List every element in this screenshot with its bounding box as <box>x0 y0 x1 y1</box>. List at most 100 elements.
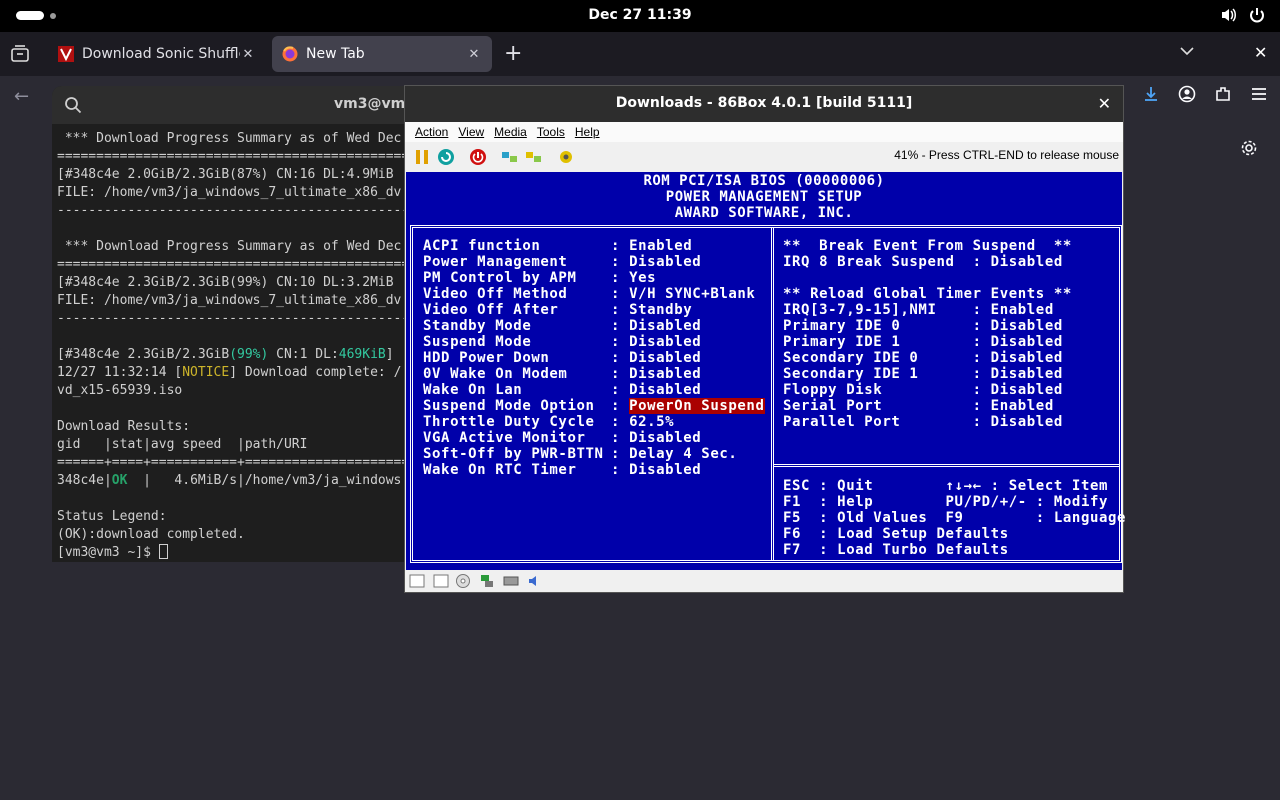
search-icon[interactable] <box>64 96 82 114</box>
bios-setting-video-off-method[interactable]: Video Off Method <box>423 286 567 302</box>
setting-value[interactable]: : Disabled <box>611 318 701 334</box>
activities-indicator[interactable] <box>16 11 56 20</box>
ctrl-alt-esc-icon[interactable] <box>525 148 543 166</box>
sound-icon[interactable] <box>527 573 543 589</box>
bios-setting-soft-off[interactable]: Soft-Off by PWR-BTTN <box>423 446 604 462</box>
bios-setting-throttle-duty-cycle[interactable]: Throttle Duty Cycle <box>423 414 595 430</box>
close-tab-icon[interactable]: ✕ <box>466 47 482 62</box>
bios-setting-irq-nmi[interactable]: IRQ[3-7,9-15],NMI : Enabled <box>783 302 1054 318</box>
pause-icon[interactable] <box>413 148 431 166</box>
setting-value[interactable]: : Disabled <box>611 430 701 446</box>
terminal-output[interactable]: *** Download Progress Summary as of Wed … <box>57 130 417 562</box>
bios-setting-video-off-after[interactable]: Video Off After <box>423 302 558 318</box>
bios-setting-serial-port[interactable]: Serial Port : Enabled <box>783 398 1054 414</box>
window-titlebar[interactable]: Downloads - 86Box 4.0.1 [build 5111] ✕ <box>405 86 1123 122</box>
setting-value[interactable]: : Enabled <box>611 238 692 254</box>
setting-value[interactable]: : Disabled <box>611 334 701 350</box>
setting-value[interactable]: : 62.5% <box>611 414 674 430</box>
bios-setting-wake-on-modem[interactable]: 0V Wake On Modem <box>423 366 567 382</box>
shell-prompt: [vm3@vm3 ~]$ <box>57 545 159 560</box>
reset-icon[interactable] <box>437 148 455 166</box>
tab-new-tab[interactable]: New Tab ✕ <box>272 36 492 72</box>
bios-setting-power-management[interactable]: Power Management <box>423 254 567 270</box>
tab-label: New Tab <box>306 46 365 62</box>
setting-value-text: Disabled <box>629 366 702 382</box>
output-line: *** Download Progress Summary as of Wed … <box>57 239 402 254</box>
downloads-icon[interactable] <box>1142 85 1160 103</box>
power-off-icon[interactable] <box>469 148 487 166</box>
list-all-tabs-icon[interactable] <box>1180 46 1194 56</box>
back-arrow-icon[interactable]: ← <box>14 86 29 107</box>
bios-setting-standby-mode[interactable]: Standby Mode <box>423 318 531 334</box>
bios-setting-suspend-mode-option[interactable]: Suspend Mode Option <box>423 398 595 414</box>
bios-setting-pm-control[interactable]: PM Control by APM <box>423 270 577 286</box>
extensions-icon[interactable] <box>1214 85 1232 103</box>
close-tab-icon[interactable]: ✕ <box>240 47 256 62</box>
bios-setting-secondary-ide-1[interactable]: Secondary IDE 1 : Disabled <box>783 366 1063 382</box>
notice-tag: NOTICE <box>182 365 230 380</box>
bios-setup-panel: ACPI function : Enabled Power Management… <box>410 225 1125 563</box>
mouse-capture-status: 41% - Press CTRL-END to release mouse <box>894 148 1119 162</box>
menu-help[interactable]: Help <box>575 125 600 139</box>
output-line: ----------------------------------------… <box>57 311 418 326</box>
setting-value[interactable]: : Disabled <box>611 366 701 382</box>
clock[interactable]: Dec 27 11:39 <box>0 7 1280 23</box>
menu-action[interactable]: Action <box>415 125 448 139</box>
bios-setting-hdd-power-down[interactable]: HDD Power Down <box>423 350 549 366</box>
bios-setting-acpi[interactable]: ACPI function <box>423 238 540 254</box>
output-line: [#348c4e 2.3GiB/2.3GiB <box>57 347 230 362</box>
setting-value[interactable]: : Disabled <box>611 254 701 270</box>
cdrom-icon[interactable] <box>455 573 471 589</box>
workspace-active-pill <box>16 11 44 20</box>
tab-overview-icon[interactable] <box>10 45 30 63</box>
menu-media[interactable]: Media <box>494 125 527 139</box>
settings-icon[interactable] <box>557 148 575 166</box>
setting-value[interactable]: : Standby <box>611 302 692 318</box>
floppy-drive-icon[interactable] <box>433 573 449 589</box>
close-window-icon[interactable]: ✕ <box>1098 94 1111 113</box>
tab-download-sonic-shuffle[interactable]: Download Sonic Shuffle ( ✕ <box>48 36 266 72</box>
setting-label: Soft-Off by PWR-BTTN <box>423 446 604 462</box>
account-icon[interactable] <box>1178 85 1196 103</box>
output-line: vd_x15-65939.iso <box>57 383 183 398</box>
bios-setting-secondary-ide-0[interactable]: Secondary IDE 0 : Disabled <box>783 350 1063 366</box>
setting-value-text: Disabled <box>629 334 702 350</box>
setting-label: VGA Active Monitor <box>423 430 586 446</box>
setting-label: Video Off Method <box>423 286 568 302</box>
setting-value[interactable]: : Disabled <box>611 462 701 478</box>
network-icon[interactable] <box>479 573 495 589</box>
setting-value[interactable]: : Disabled <box>611 382 701 398</box>
bios-setting-primary-ide-1[interactable]: Primary IDE 1 : Disabled <box>783 334 1063 350</box>
setting-value[interactable]: : Delay 4 Sec. <box>611 446 737 462</box>
bios-setting-primary-ide-0[interactable]: Primary IDE 0 : Disabled <box>783 318 1063 334</box>
bios-screen[interactable]: ROM PCI/ISA BIOS (00000006) POWER MANAGE… <box>406 172 1125 570</box>
system-tray[interactable] <box>1220 6 1266 24</box>
hard-disk-icon[interactable] <box>503 573 519 589</box>
close-window-icon[interactable]: ✕ <box>1254 43 1267 62</box>
menu-icon[interactable] <box>1250 85 1268 103</box>
bios-setting-floppy-disk[interactable]: Floppy Disk : Disabled <box>783 382 1063 398</box>
setting-value[interactable]: : V/H SYNC+Blank <box>611 286 755 302</box>
firefox-favicon-icon <box>282 46 298 62</box>
settings-gear-icon[interactable] <box>1240 139 1258 157</box>
menu-tools[interactable]: Tools <box>537 125 565 139</box>
emulator-window[interactable]: Downloads - 86Box 4.0.1 [build 5111] ✕ A… <box>404 85 1125 593</box>
setting-value[interactable]: : Yes <box>611 270 656 286</box>
bios-setting-suspend-mode[interactable]: Suspend Mode <box>423 334 531 350</box>
bios-setting-wake-on-rtc[interactable]: Wake On RTC Timer <box>423 462 577 478</box>
floppy-drive-icon[interactable] <box>409 573 425 589</box>
bios-setting-irq8-break[interactable]: IRQ 8 Break Suspend : Disabled <box>783 254 1063 270</box>
setting-label: Video Off After <box>423 302 559 318</box>
menu-view[interactable]: View <box>458 125 484 139</box>
bios-setting-vga-active-monitor[interactable]: VGA Active Monitor <box>423 430 586 446</box>
setting-value-text: Disabled <box>629 350 702 366</box>
progress-percent: (99%) <box>229 347 269 362</box>
setting-value-text: Disabled <box>629 462 702 478</box>
bios-setting-parallel-port[interactable]: Parallel Port : Disabled <box>783 414 1063 430</box>
setting-value-selected[interactable]: : PowerOn Suspend <box>611 398 765 414</box>
bios-setting-wake-on-lan[interactable]: Wake On Lan <box>423 382 522 398</box>
ctrl-alt-del-icon[interactable] <box>501 148 519 166</box>
new-tab-button[interactable]: + <box>504 43 522 65</box>
status-ok: OK <box>111 473 128 488</box>
setting-value[interactable]: : Disabled <box>611 350 701 366</box>
